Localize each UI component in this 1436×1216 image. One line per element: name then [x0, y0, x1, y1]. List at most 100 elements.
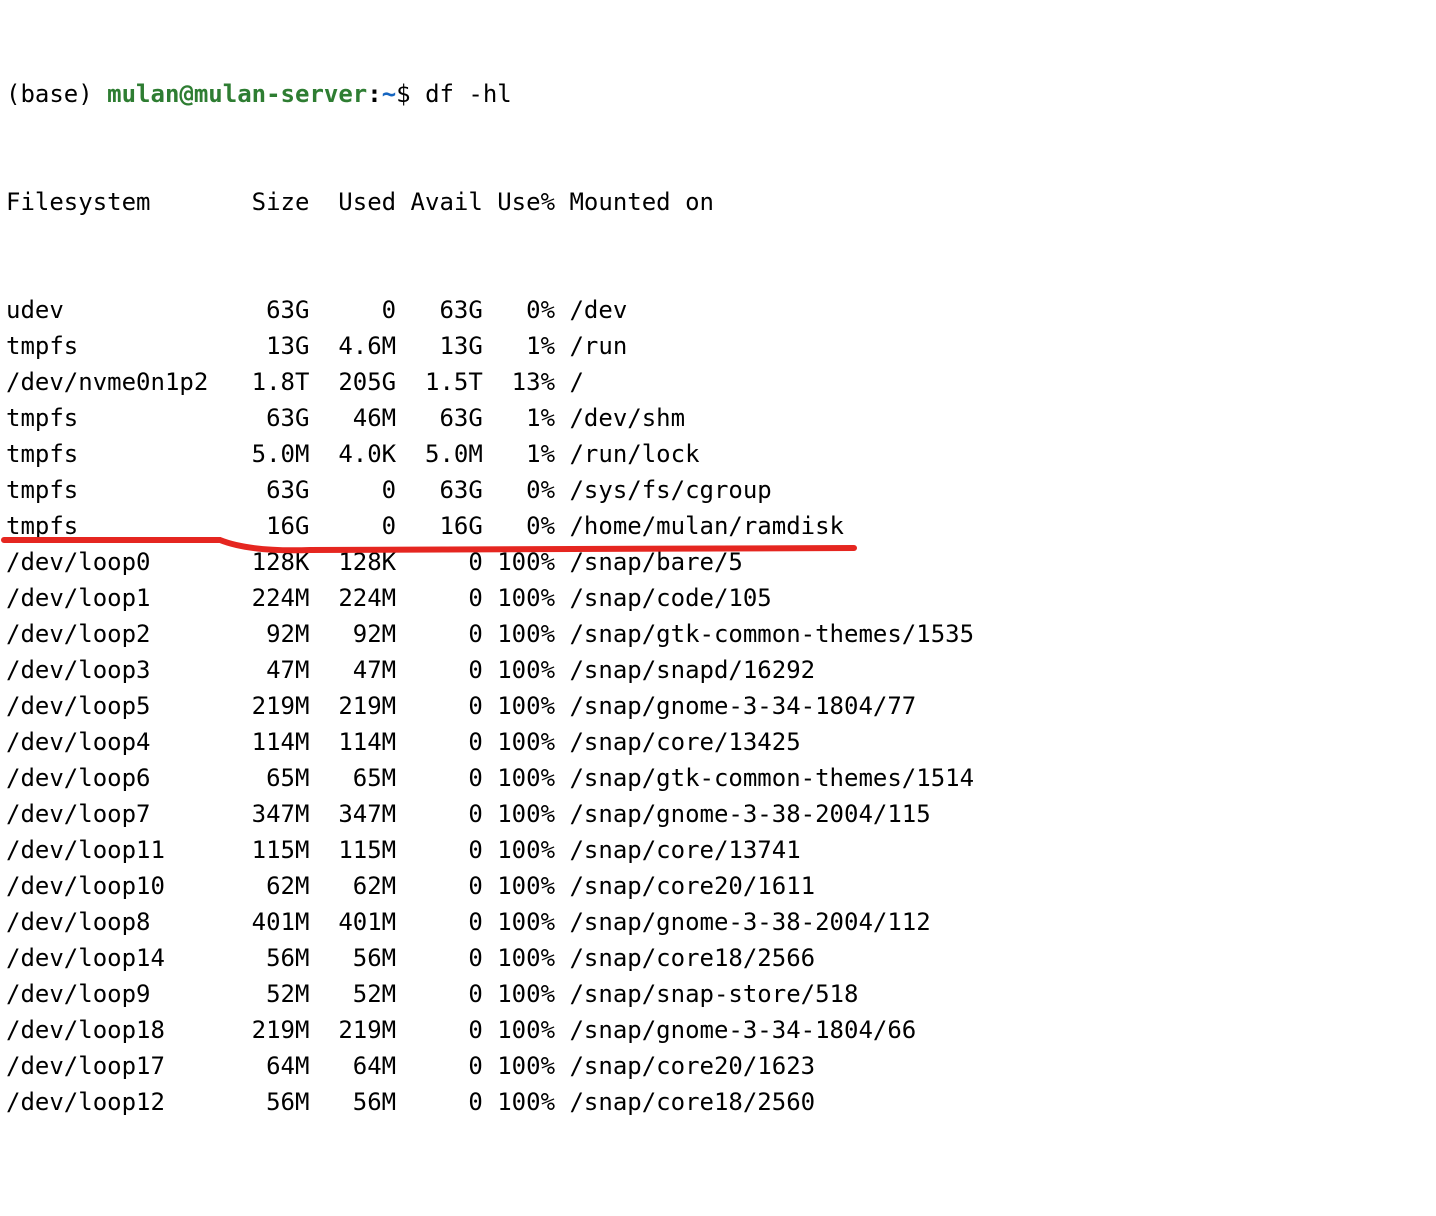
cell-used: 46M	[309, 400, 396, 436]
cell-avail: 0	[396, 1048, 483, 1084]
cell-size: 5.0M	[223, 436, 310, 472]
table-row: /dev/loop18219M219M0100%/snap/gnome-3-34…	[6, 1012, 1430, 1048]
cell-size: 401M	[223, 904, 310, 940]
cell-usep: 1%	[483, 328, 555, 364]
cell-fs: /dev/loop7	[6, 796, 223, 832]
table-row: /dev/loop0128K128K0100%/snap/bare/5	[6, 544, 1430, 580]
cell-avail: 0	[396, 580, 483, 616]
cell-mnt: /snap/core20/1623	[555, 1048, 815, 1084]
cell-avail: 0	[396, 688, 483, 724]
cell-mnt: /dev/shm	[555, 400, 685, 436]
cell-size: 115M	[223, 832, 310, 868]
terminal-output[interactable]: (base) mulan@mulan-server:~$ df -hl File…	[0, 0, 1436, 1196]
cell-usep: 100%	[483, 904, 555, 940]
cell-fs: /dev/loop3	[6, 652, 223, 688]
cell-used: 205G	[309, 364, 396, 400]
cell-size: 16G	[223, 508, 310, 544]
prompt-env: (base)	[6, 80, 107, 108]
cell-usep: 100%	[483, 724, 555, 760]
cell-mnt: /snap/gnome-3-34-1804/66	[555, 1012, 916, 1048]
cell-mnt: /snap/core/13425	[555, 724, 801, 760]
cell-used: 52M	[309, 976, 396, 1012]
cell-size: 56M	[223, 940, 310, 976]
cell-fs: /dev/loop11	[6, 832, 223, 868]
cell-used: 65M	[309, 760, 396, 796]
cell-size: 219M	[223, 688, 310, 724]
table-row: /dev/loop1456M56M0100%/snap/core18/2566	[6, 940, 1430, 976]
table-row: /dev/loop4114M114M0100%/snap/core/13425	[6, 724, 1430, 760]
table-row: /dev/loop7347M347M0100%/snap/gnome-3-38-…	[6, 796, 1430, 832]
cell-fs: /dev/loop12	[6, 1084, 223, 1120]
cell-mnt: /snap/gnome-3-38-2004/115	[555, 796, 931, 832]
cell-usep: 1%	[483, 436, 555, 472]
cell-usep: 13%	[483, 364, 555, 400]
cell-used: 128K	[309, 544, 396, 580]
cell-fs: /dev/loop0	[6, 544, 223, 580]
cell-size: 56M	[223, 1084, 310, 1120]
cell-usep: 100%	[483, 940, 555, 976]
cell-size: 65M	[223, 760, 310, 796]
table-row: /dev/loop952M52M0100%/snap/snap-store/51…	[6, 976, 1430, 1012]
cell-mnt: /snap/gnome-3-34-1804/77	[555, 688, 916, 724]
cell-fs: tmpfs	[6, 400, 223, 436]
prompt-path: ~	[382, 80, 396, 108]
cell-fs: tmpfs	[6, 328, 223, 364]
cell-avail: 0	[396, 760, 483, 796]
table-row: tmpfs13G4.6M13G1%/run	[6, 328, 1430, 364]
cell-size: 63G	[223, 472, 310, 508]
table-row: /dev/loop8401M401M0100%/snap/gnome-3-38-…	[6, 904, 1430, 940]
cell-size: 52M	[223, 976, 310, 1012]
df-rows: udev63G063G0%/devtmpfs13G4.6M13G1%/run/d…	[6, 292, 1430, 1120]
table-row: /dev/loop292M92M0100%/snap/gtk-common-th…	[6, 616, 1430, 652]
cell-usep: 100%	[483, 1084, 555, 1120]
cell-mnt: /snap/snap-store/518	[555, 976, 858, 1012]
cell-mnt: /	[555, 364, 584, 400]
cell-used: 4.6M	[309, 328, 396, 364]
cell-fs: /dev/loop4	[6, 724, 223, 760]
cell-size: 47M	[223, 652, 310, 688]
cell-used: 347M	[309, 796, 396, 832]
table-row: /dev/nvme0n1p21.8T205G1.5T13%/	[6, 364, 1430, 400]
cell-avail: 0	[396, 796, 483, 832]
prompt-dollar: $	[396, 80, 425, 108]
cell-used: 0	[309, 472, 396, 508]
cell-size: 63G	[223, 292, 310, 328]
cell-fs: /dev/loop6	[6, 760, 223, 796]
cell-fs: /dev/loop17	[6, 1048, 223, 1084]
cell-fs: /dev/nvme0n1p2	[6, 364, 223, 400]
cell-used: 401M	[309, 904, 396, 940]
col-mounted-on: Mounted on	[555, 184, 714, 220]
table-row: tmpfs16G016G0%/home/mulan/ramdisk	[6, 508, 1430, 544]
col-avail: Avail	[396, 184, 483, 220]
cell-mnt: /home/mulan/ramdisk	[555, 508, 844, 544]
cell-fs: /dev/loop9	[6, 976, 223, 1012]
cell-used: 47M	[309, 652, 396, 688]
cell-mnt: /snap/snapd/16292	[555, 652, 815, 688]
cell-used: 0	[309, 508, 396, 544]
cell-avail: 0	[396, 940, 483, 976]
cell-used: 115M	[309, 832, 396, 868]
cell-avail: 13G	[396, 328, 483, 364]
cell-used: 64M	[309, 1048, 396, 1084]
cell-avail: 0	[396, 616, 483, 652]
cell-used: 114M	[309, 724, 396, 760]
cell-usep: 100%	[483, 796, 555, 832]
cell-size: 219M	[223, 1012, 310, 1048]
cell-avail: 0	[396, 652, 483, 688]
cell-avail: 0	[396, 544, 483, 580]
table-row: /dev/loop1764M64M0100%/snap/core20/1623	[6, 1048, 1430, 1084]
cell-avail: 0	[396, 724, 483, 760]
cell-usep: 100%	[483, 1048, 555, 1084]
cell-mnt: /run/lock	[555, 436, 699, 472]
cell-size: 114M	[223, 724, 310, 760]
cell-usep: 100%	[483, 616, 555, 652]
cell-mnt: /snap/code/105	[555, 580, 772, 616]
prompt-colon: :	[367, 80, 381, 108]
cell-avail: 1.5T	[396, 364, 483, 400]
col-used: Used	[309, 184, 396, 220]
prompt-line: (base) mulan@mulan-server:~$ df -hl	[6, 76, 1430, 112]
prompt-user: mulan	[107, 80, 179, 108]
cell-fs: /dev/loop18	[6, 1012, 223, 1048]
cell-avail: 63G	[396, 400, 483, 436]
table-row: /dev/loop1256M56M0100%/snap/core18/2560	[6, 1084, 1430, 1120]
